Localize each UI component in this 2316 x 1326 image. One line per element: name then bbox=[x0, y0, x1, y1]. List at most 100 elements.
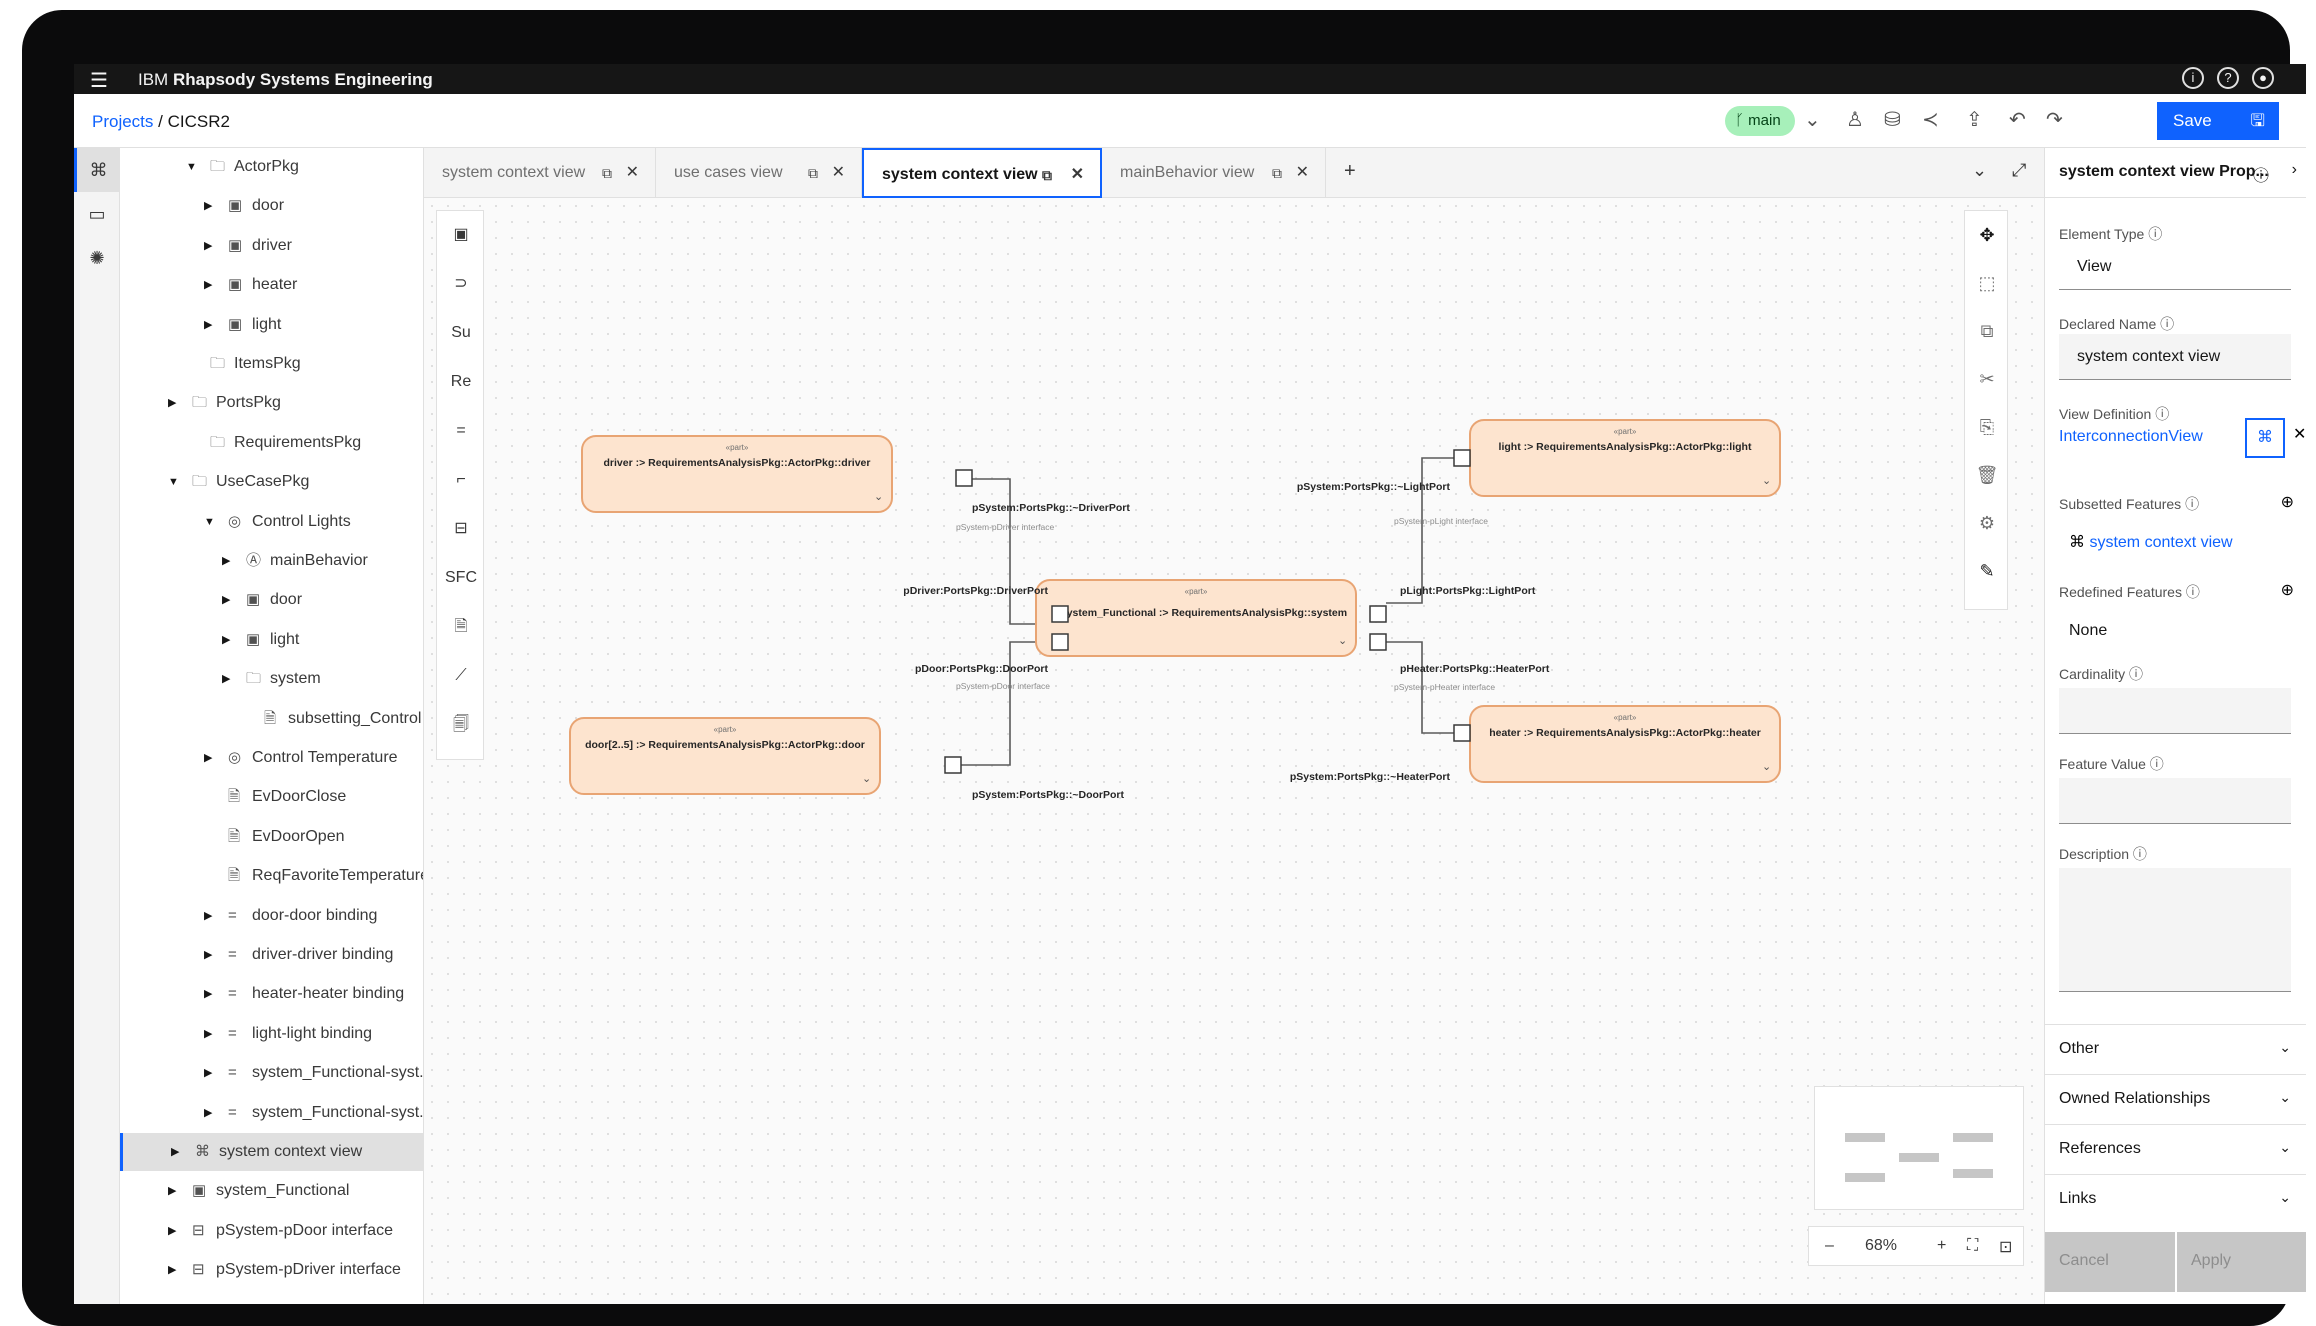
tree-item[interactable]: ▶ = system_Functional-syst... bbox=[120, 1094, 423, 1132]
port-icon[interactable] bbox=[1051, 633, 1069, 651]
port-icon[interactable] bbox=[955, 469, 973, 487]
tree-item[interactable]: ▶ ⊟ pSystem-pDriver interface bbox=[120, 1251, 423, 1289]
caret-right-icon[interactable]: ▶ bbox=[222, 542, 230, 580]
chevron-down-icon[interactable]: ⌄ bbox=[1804, 107, 1821, 132]
apply-button[interactable]: Apply bbox=[2177, 1232, 2306, 1292]
tree-item[interactable]: 🗎 EvDoorOpen bbox=[120, 818, 423, 856]
caret-right-icon[interactable]: ▶ bbox=[222, 621, 230, 659]
caret-right-icon[interactable]: ▶ bbox=[168, 1212, 176, 1250]
open-external-icon[interactable]: ⧉ bbox=[1272, 148, 1282, 198]
subsetted-feature-item[interactable]: ⌘ system context view bbox=[2069, 532, 2233, 552]
diagram-canvas[interactable]: ▣ ⊃ Su Re = ⌐ ⊟ SFC 🗎 ⟋ 🗐 «part» driver :> Require… bbox=[424, 198, 2044, 1304]
upload-icon[interactable]: ⇪ bbox=[1966, 107, 1983, 132]
caret-down-icon[interactable]: ▼ bbox=[168, 463, 179, 501]
folder-view-icon[interactable]: ▭ bbox=[74, 192, 120, 236]
minimap[interactable] bbox=[1814, 1086, 2024, 1210]
tab-mainbehavior-view[interactable]: mainBehavior view ⧉ ✕ bbox=[1102, 148, 1326, 198]
chevron-down-icon[interactable]: ⌄ bbox=[1338, 635, 1347, 647]
tree-item[interactable]: 🗀 ItemsPkg bbox=[120, 345, 423, 383]
accordion-owned-relationships[interactable]: Owned Relationships ⌄ bbox=[2045, 1074, 2306, 1124]
caret-right-icon[interactable]: ▶ bbox=[204, 266, 212, 304]
chevron-down-icon[interactable]: ⌄ bbox=[1972, 160, 1987, 181]
person-icon[interactable]: ♙ bbox=[1846, 107, 1864, 132]
caret-right-icon[interactable]: ▶ bbox=[168, 1172, 176, 1210]
redo-icon[interactable]: ↷ bbox=[2046, 107, 2063, 132]
door-connector[interactable] bbox=[961, 641, 1036, 766]
tree-item[interactable]: ▼ 🗀 ActorPkg bbox=[120, 148, 423, 186]
caret-down-icon[interactable]: ▼ bbox=[186, 148, 197, 186]
port-icon[interactable] bbox=[1369, 605, 1387, 623]
cardinality-field[interactable] bbox=[2059, 688, 2291, 734]
close-icon[interactable]: ✕ bbox=[832, 148, 845, 198]
caret-right-icon[interactable]: ▶ bbox=[204, 897, 212, 935]
open-external-icon[interactable]: ⧉ bbox=[808, 148, 818, 198]
tree-item[interactable]: ▶ ▣ door bbox=[120, 187, 423, 225]
chevron-down-icon[interactable]: ⌄ bbox=[862, 773, 871, 785]
close-icon[interactable]: ✕ bbox=[626, 148, 639, 198]
port-icon[interactable] bbox=[1369, 633, 1387, 651]
info-icon[interactable]: i bbox=[2182, 67, 2204, 89]
save-button[interactable]: Save 🖫 bbox=[2157, 102, 2279, 140]
delete-icon[interactable]: 🗑 bbox=[1965, 451, 2009, 499]
accordion-links[interactable]: Links ⌄ bbox=[2045, 1174, 2306, 1224]
share-icon[interactable]: ≺ bbox=[1922, 107, 1939, 132]
open-external-icon[interactable]: ⧉ bbox=[602, 148, 612, 198]
copy-icon[interactable]: ⧉ bbox=[1965, 307, 2009, 355]
chevron-down-icon[interactable]: ⌄ bbox=[874, 491, 883, 503]
caret-right-icon[interactable]: ▶ bbox=[204, 975, 212, 1013]
feature-value-field[interactable] bbox=[2059, 778, 2291, 824]
tree-item[interactable]: ▶ = heater-heater binding bbox=[120, 975, 423, 1013]
tab-system-context-view-active[interactable]: system context view ⧉ ✕ bbox=[862, 148, 1102, 198]
close-icon[interactable]: ✕ bbox=[1071, 150, 1084, 200]
caret-right-icon[interactable]: ▶ bbox=[204, 1015, 212, 1053]
help-icon[interactable]: ? bbox=[2217, 67, 2239, 89]
view-definition-link[interactable]: InterconnectionView bbox=[2059, 428, 2203, 446]
select-area-icon[interactable]: ⬚ bbox=[1965, 259, 2009, 307]
add-redefined-icon[interactable]: ⊕ bbox=[2281, 580, 2294, 600]
branch-badge[interactable]: ᚴ main bbox=[1725, 106, 1795, 136]
tree-item[interactable]: ▶ = door-door binding bbox=[120, 897, 423, 935]
tree-item[interactable]: ▶ ▣ light bbox=[120, 306, 423, 344]
tree-item[interactable]: ▼ 🗀 UseCasePkg bbox=[120, 463, 423, 501]
tab-system-context-view-1[interactable]: system context view ⧉ ✕ bbox=[424, 148, 656, 198]
light-connector[interactable] bbox=[1386, 457, 1454, 604]
undo-icon[interactable]: ↶ bbox=[2009, 107, 2026, 132]
accordion-other[interactable]: Other ⌄ bbox=[2045, 1024, 2306, 1074]
info-icon[interactable]: ⓘ bbox=[2253, 162, 2269, 186]
palette-icon[interactable]: ✺ bbox=[74, 236, 120, 280]
hamburger-menu-icon[interactable]: ☰ bbox=[90, 68, 108, 93]
clear-icon[interactable]: ✕ bbox=[2293, 424, 2306, 444]
driver-connector[interactable] bbox=[972, 478, 1036, 625]
part-door[interactable]: «part» door[2..5] :> RequirementsAnalysi… bbox=[569, 717, 881, 795]
part-driver[interactable]: «part» driver :> RequirementsAnalysisPkg… bbox=[581, 435, 893, 513]
tree-item[interactable]: ▶ ◎ Control Temperature bbox=[120, 739, 423, 777]
tree-item[interactable]: ▶ = system_Functional-syst... bbox=[120, 1054, 423, 1092]
cut-icon[interactable]: ✂ bbox=[1965, 355, 2009, 403]
open-external-icon[interactable]: ⧉ bbox=[1042, 150, 1052, 200]
breadcrumb-projects-link[interactable]: Projects bbox=[92, 112, 153, 131]
tree-item[interactable]: ▶ = driver-driver binding bbox=[120, 936, 423, 974]
caret-right-icon[interactable]: ▶ bbox=[204, 739, 212, 777]
caret-right-icon[interactable]: ▶ bbox=[204, 306, 212, 344]
tree-item[interactable]: ▶ 🗀 PortsPkg bbox=[120, 384, 423, 422]
port-icon[interactable] bbox=[944, 756, 962, 774]
description-textarea[interactable] bbox=[2059, 868, 2291, 992]
tree-item[interactable]: ▶ = light-light binding bbox=[120, 1015, 423, 1053]
caret-right-icon[interactable]: ▶ bbox=[222, 581, 230, 619]
add-tab-icon[interactable]: + bbox=[1344, 160, 1356, 183]
caret-down-icon[interactable]: ▼ bbox=[204, 503, 215, 541]
chevron-right-icon[interactable]: › bbox=[2292, 161, 2297, 179]
tab-use-cases-view[interactable]: use cases view ⧉ ✕ bbox=[656, 148, 862, 198]
model-tree-icon[interactable]: ⌘ bbox=[74, 148, 120, 192]
tree-item[interactable]: 🗎 subsetting_Control L... bbox=[120, 700, 423, 738]
chevron-down-icon[interactable]: ⌄ bbox=[1762, 761, 1771, 773]
user-avatar-icon[interactable]: ● bbox=[2252, 67, 2274, 89]
view-definition-picker-icon[interactable]: ⌘ bbox=[2245, 418, 2285, 458]
fit-to-screen-icon[interactable]: ⛶ bbox=[1967, 1237, 1978, 1255]
tree-item[interactable]: ▶ ⒶmainBehavior bbox=[120, 542, 423, 580]
tree-item[interactable]: ▶ 🗀 system bbox=[120, 660, 423, 698]
chevron-down-icon[interactable]: ⌄ bbox=[1762, 475, 1771, 487]
tree-item[interactable]: ▶ ⊟ pSystem-pDoor interface bbox=[120, 1212, 423, 1250]
caret-right-icon[interactable]: ▶ bbox=[171, 1133, 179, 1171]
caret-right-icon[interactable]: ▶ bbox=[168, 384, 176, 422]
